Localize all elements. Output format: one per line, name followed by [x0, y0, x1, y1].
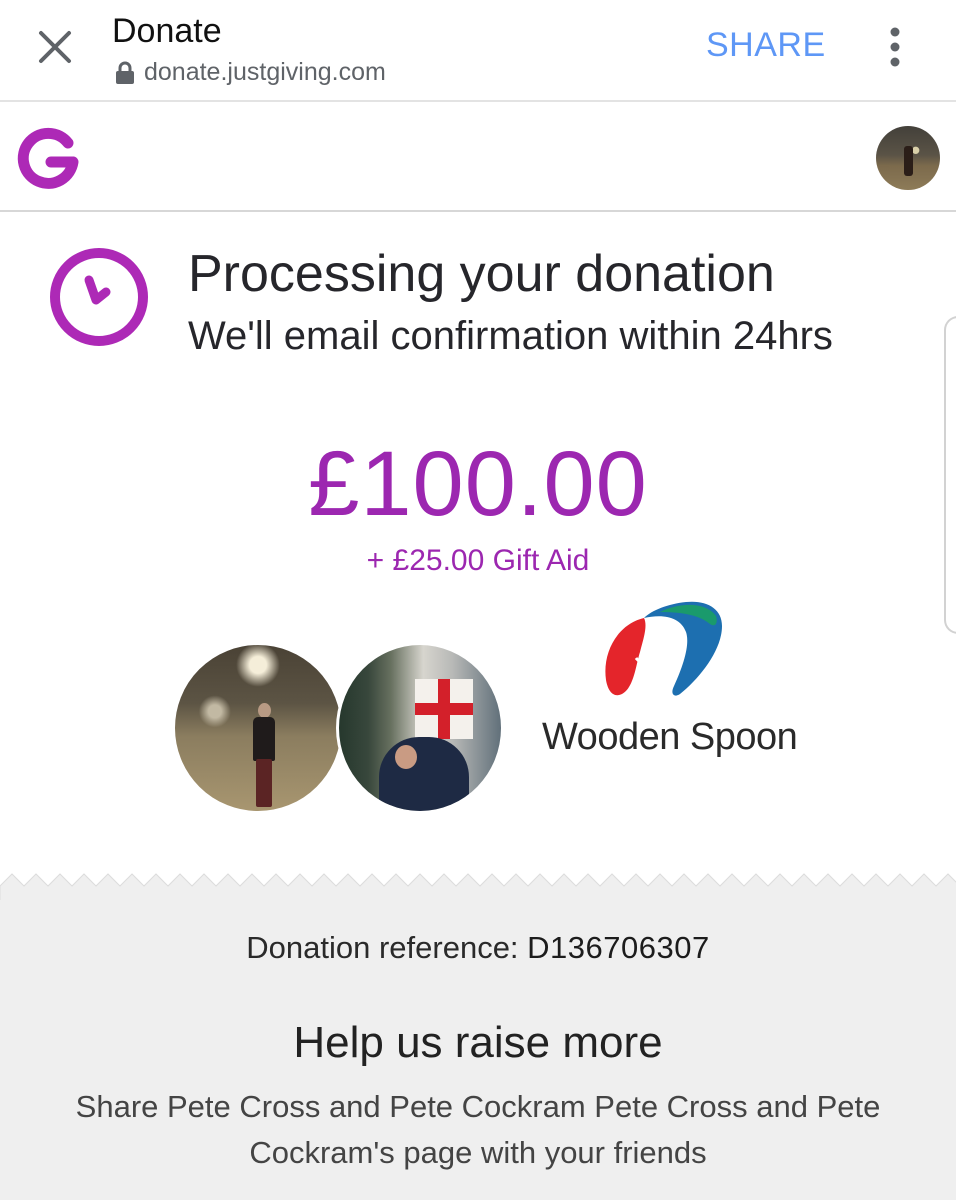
site-header [0, 104, 956, 212]
help-body: Share Pete Cross and Pete Cockram Pete C… [75, 1089, 881, 1170]
share-button[interactable]: SHARE [706, 26, 826, 65]
more-vert-icon [890, 27, 900, 67]
gift-aid-amount: + £25.00 Gift Aid [366, 544, 590, 577]
reference-value: D136706307 [527, 930, 710, 965]
fundraiser-photo-night[interactable] [172, 642, 344, 814]
photo-person [379, 737, 469, 811]
status-subtitle: We'll email confirmation within 24hrs [188, 314, 833, 358]
status-title: Processing your donation [188, 245, 775, 303]
page-title: Donate [112, 12, 222, 50]
lock-icon [116, 61, 134, 84]
close-icon [39, 31, 71, 63]
user-avatar[interactable] [876, 126, 940, 190]
close-button[interactable] [22, 24, 88, 70]
charity-name: Wooden Spoon [542, 716, 798, 758]
photo-person [253, 703, 275, 807]
more-menu-button[interactable] [874, 24, 916, 70]
justgiving-logo-icon[interactable] [16, 126, 82, 192]
reference-label: Donation reference: [246, 930, 528, 965]
url-display: donate.justgiving.com [114, 58, 386, 87]
clock-icon [50, 248, 148, 346]
donation-amount: £100.00 [308, 433, 648, 535]
avatar-figure [904, 146, 913, 176]
help-title: Help us raise more [293, 1018, 663, 1067]
fundraiser-photo-flag[interactable] [336, 642, 504, 814]
donation-reference: Donation reference: D136706307 [0, 930, 956, 966]
browser-toolbar: Donate donate.justgiving.com SHARE [0, 0, 956, 102]
url-text: donate.justgiving.com [144, 58, 386, 86]
